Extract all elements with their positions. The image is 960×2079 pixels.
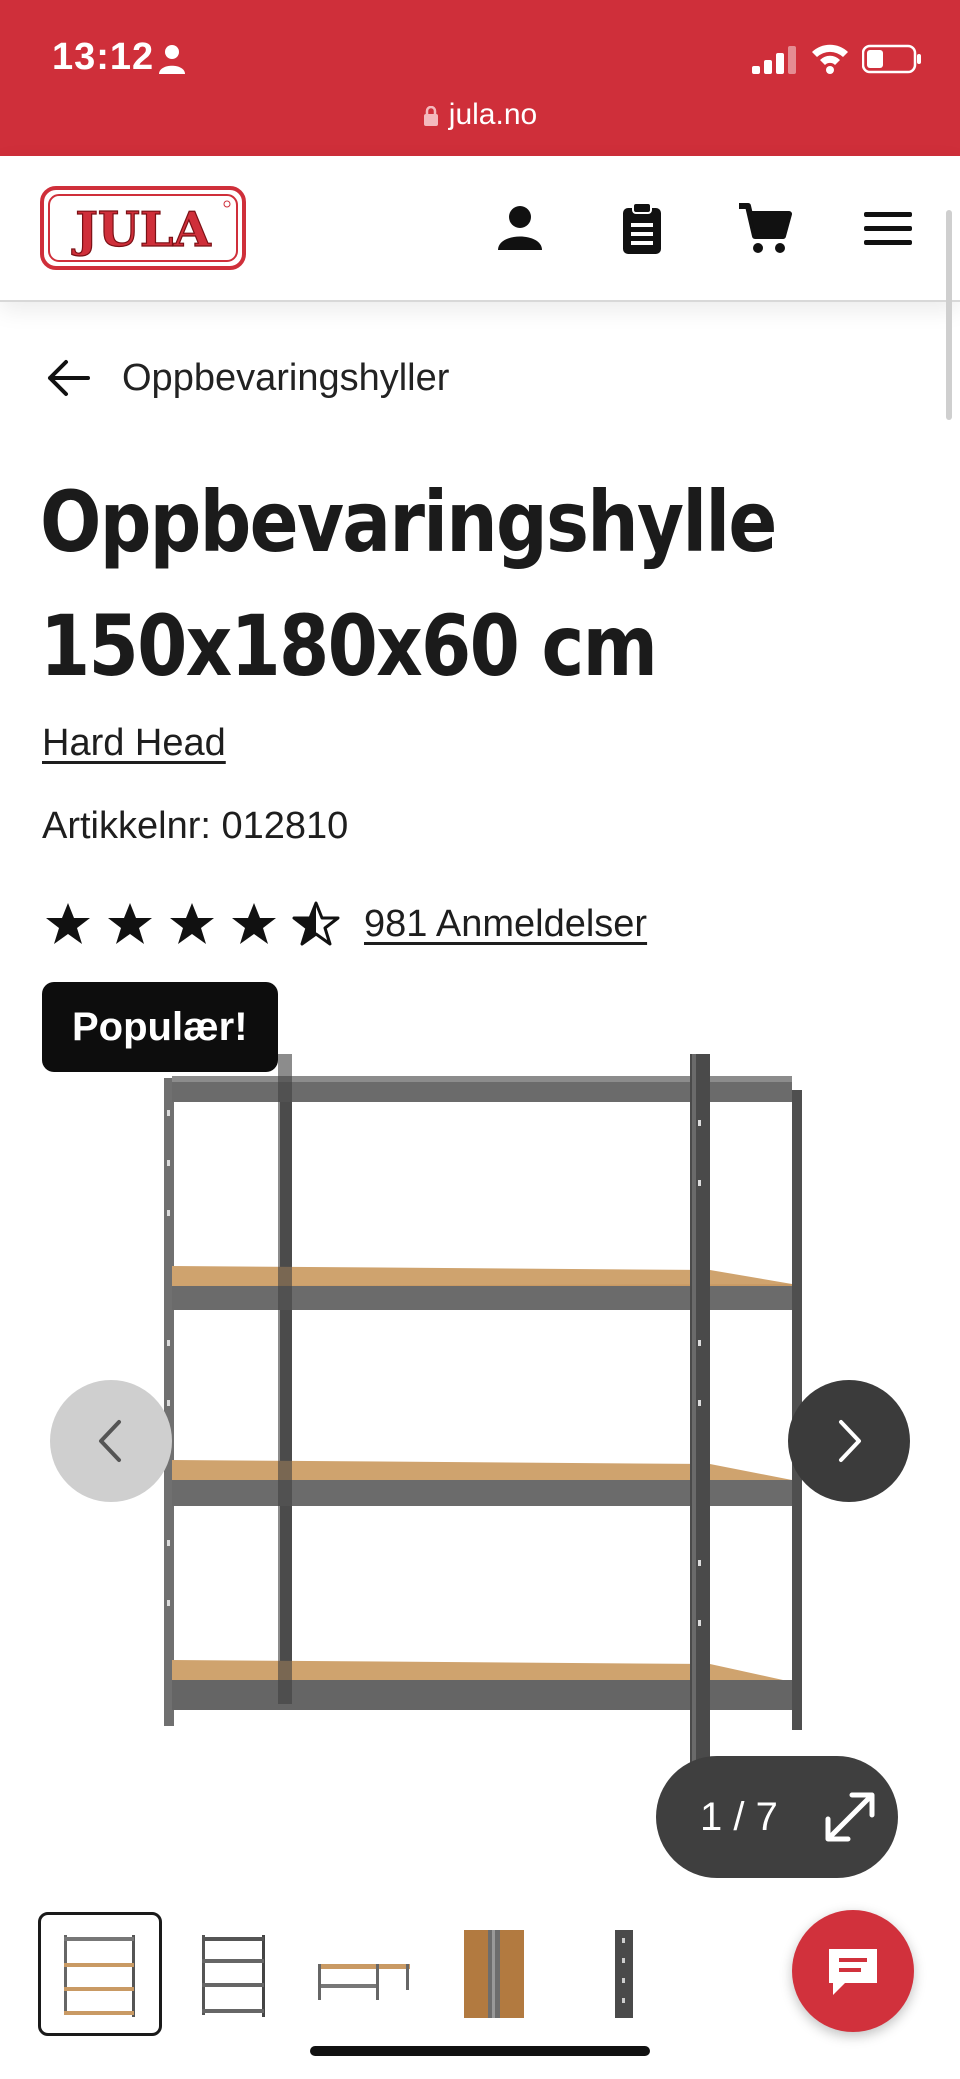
gallery-counter-button[interactable]: 1 / 7 — [656, 1756, 898, 1878]
thumbnail-image — [202, 1935, 265, 2017]
thumbnail-1[interactable] — [38, 1912, 162, 2036]
svg-text:JULA: JULA — [71, 202, 211, 258]
browser-status-bar: 13:12 jula.no — [0, 0, 960, 156]
carousel-next-button[interactable] — [788, 1380, 910, 1502]
battery-icon — [862, 44, 921, 74]
brand-link[interactable]: Hard Head — [42, 722, 226, 765]
expand-icon — [825, 1792, 875, 1842]
star-icon — [170, 903, 214, 944]
account-icon[interactable] — [492, 200, 548, 256]
cellular-signal-icon — [752, 46, 796, 74]
thumbnail-image — [615, 1930, 633, 2018]
product-title: Oppbevaringshylle 150x180x60 cm — [40, 460, 797, 708]
product-title-line2: 150x180x60 cm — [40, 597, 658, 695]
thumbnail-image — [64, 1935, 135, 2017]
product-title-line1: Oppbevaringshylle — [40, 473, 777, 571]
chat-button[interactable] — [792, 1910, 914, 2032]
gallery-counter: 1 / 7 — [700, 1794, 778, 1839]
lock-icon — [423, 106, 438, 126]
thumbnail-image — [464, 1930, 524, 2018]
thumbnail-strip — [38, 1912, 686, 2036]
cart-icon[interactable] — [736, 200, 792, 256]
star-icon — [108, 903, 152, 944]
thumbnail-5[interactable] — [562, 1912, 686, 2036]
half-star-icon — [292, 901, 340, 946]
back-arrow-icon[interactable] — [46, 358, 92, 398]
scrollbar[interactable] — [946, 210, 952, 420]
wifi-icon — [812, 44, 848, 74]
thumbnail-3[interactable] — [302, 1912, 426, 2036]
reviews-link[interactable]: 981 Anmeldelser — [364, 903, 647, 946]
chevron-left-icon — [99, 1420, 121, 1462]
site-header: JULA — [0, 156, 960, 302]
thumbnail-4[interactable] — [432, 1912, 556, 2036]
article-number: Artikkelnr: 012810 — [42, 805, 349, 847]
rating-stars — [44, 900, 340, 948]
status-time: 13:12 — [52, 36, 155, 78]
shopping-list-icon[interactable] — [614, 200, 670, 256]
carousel-prev-button[interactable] — [50, 1380, 172, 1502]
thumbnail-2[interactable] — [172, 1912, 296, 2036]
breadcrumb-label[interactable]: Oppbevaringshyller — [122, 357, 449, 400]
person-icon — [159, 45, 185, 74]
star-icon — [232, 903, 276, 944]
breadcrumb[interactable]: Oppbevaringshyller — [46, 348, 449, 408]
star-icon — [46, 903, 90, 944]
product-image — [164, 1054, 802, 1770]
chat-icon — [829, 1949, 877, 1995]
chevron-right-icon — [839, 1420, 861, 1462]
thumbnail-image — [318, 1964, 410, 2000]
url-text: jula.no — [448, 98, 538, 131]
menu-icon[interactable] — [860, 200, 916, 256]
jula-logo[interactable]: JULA — [40, 186, 246, 270]
home-indicator[interactable] — [310, 2046, 650, 2056]
rating[interactable]: 981 Anmeldelser — [44, 900, 647, 948]
address-bar[interactable]: jula.no — [0, 98, 960, 132]
